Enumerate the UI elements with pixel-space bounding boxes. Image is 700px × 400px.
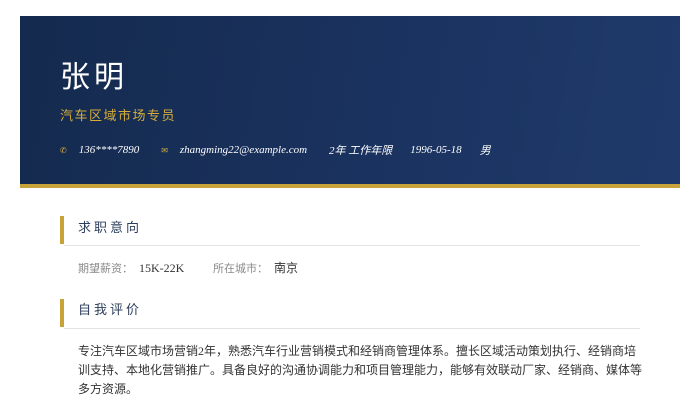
salary-value: 15K-22K	[139, 261, 185, 275]
salary-label: 期望薪资：	[78, 262, 133, 275]
birth-date: 1996-05-18	[410, 144, 462, 156]
mail-icon: ✉	[161, 145, 168, 155]
gender: 男	[479, 145, 491, 157]
contact-info-row: ✆ 136****7890 ✉ zhangming22@example.com …	[60, 141, 513, 159]
phone-icon: ✆	[60, 145, 67, 155]
candidate-job-title: 汽车区域市场专员	[60, 109, 177, 124]
city-value: 南京	[274, 261, 299, 275]
section-accent-bar	[60, 216, 64, 244]
section-divider	[64, 245, 640, 246]
work-experience: 2年 工作年限	[329, 145, 393, 157]
section-title-intent: 求职意向	[78, 221, 143, 236]
section-accent-bar	[60, 299, 64, 327]
candidate-name: 张明	[60, 60, 128, 95]
city-label: 所在城市：	[213, 262, 268, 275]
section-title-self-eval: 自我评价	[78, 303, 143, 318]
resume-page: 张明 汽车区域市场专员 ✆ 136****7890 ✉ zhangming22@…	[0, 0, 700, 400]
phone-number: 136****7890	[78, 144, 140, 156]
resume-header: 张明 汽车区域市场专员 ✆ 136****7890 ✉ zhangming22@…	[20, 16, 680, 188]
email-address[interactable]: zhangming22@example.com	[180, 144, 307, 156]
self-evaluation-text: 专注汽车区域市场营销2年，熟悉汽车行业营销模式和经销商管理体系。擅长区域活动策划…	[78, 344, 643, 396]
section-divider	[64, 328, 640, 329]
